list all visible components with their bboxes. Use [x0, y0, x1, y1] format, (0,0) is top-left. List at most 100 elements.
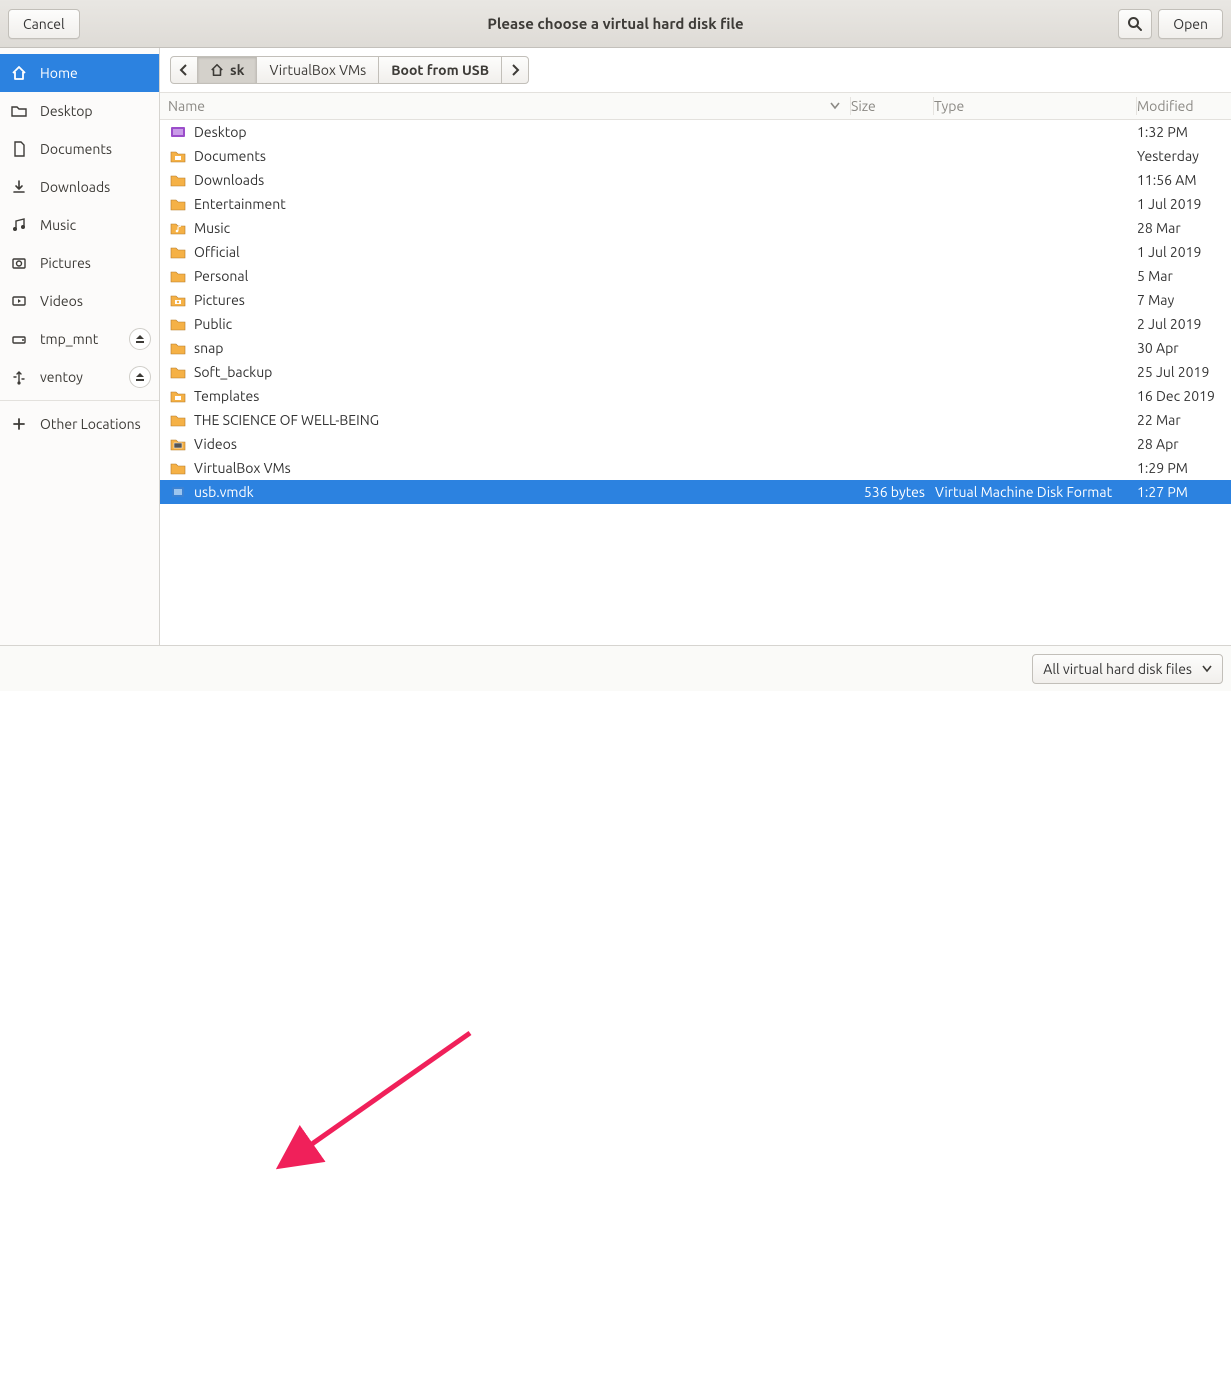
- sidebar-item-label: Desktop: [40, 103, 93, 119]
- drive-icon: [10, 330, 28, 348]
- path-segment-label: sk: [230, 62, 244, 78]
- file-name: Downloads: [194, 172, 853, 188]
- sidebar-item-other-locations[interactable]: Other Locations: [0, 405, 159, 443]
- path-bar: sk VirtualBox VMs Boot from USB: [160, 48, 1231, 92]
- file-list[interactable]: Desktop1:32 PM Documents Yesterday Download…: [160, 120, 1231, 645]
- sidebar-item-desktop[interactable]: Desktop: [0, 92, 159, 130]
- file-row[interactable]: Downloads 11:56 AM: [160, 168, 1231, 192]
- file-modified: 25 Jul 2019: [1137, 364, 1231, 380]
- folder-icon: [168, 460, 188, 476]
- plus-icon: [10, 415, 28, 433]
- download-icon: [10, 178, 28, 196]
- file-name: Public: [194, 316, 853, 332]
- document-icon: [10, 140, 28, 158]
- sidebar-item-pictures[interactable]: Pictures: [0, 244, 159, 282]
- folder-icon: [168, 244, 188, 260]
- file-size: 536 bytes: [853, 484, 935, 500]
- sort-indicator-icon: [830, 102, 850, 110]
- sidebar-item-home[interactable]: Home: [0, 54, 159, 92]
- music-icon: [10, 216, 28, 234]
- file-name: Videos: [194, 436, 853, 452]
- file-name: Official: [194, 244, 853, 260]
- file-row[interactable]: Music28 Mar: [160, 216, 1231, 240]
- file-row[interactable]: Personal5 Mar: [160, 264, 1231, 288]
- path-segment-label: Boot from USB: [391, 62, 489, 78]
- column-header-name[interactable]: Name: [160, 98, 850, 114]
- file-row[interactable]: snap30 Apr: [160, 336, 1231, 360]
- file-row[interactable]: VirtualBox VMs1:29 PM: [160, 456, 1231, 480]
- file-modified: 1:27 PM: [1137, 484, 1231, 500]
- chevron-left-icon: [179, 64, 189, 76]
- sidebar-item-downloads[interactable]: Downloads: [0, 168, 159, 206]
- chevron-down-icon: [1202, 665, 1212, 673]
- file-modified: 11:56 AM: [1137, 172, 1231, 188]
- sidebar-item-documents[interactable]: Documents: [0, 130, 159, 168]
- folder-icon: [168, 148, 188, 164]
- folder-icon: [168, 196, 188, 212]
- sidebar-item-label: Downloads: [40, 179, 110, 195]
- file-name: snap: [194, 340, 853, 356]
- file-name: Music: [194, 220, 853, 236]
- sidebar-item-label: Videos: [40, 293, 83, 309]
- file-row[interactable]: Entertainment 1 Jul 2019: [160, 192, 1231, 216]
- folder-icon: [168, 316, 188, 332]
- folder-icon: [168, 364, 188, 380]
- file-modified: 22 Mar: [1137, 412, 1231, 428]
- sidebar-divider: [0, 400, 159, 401]
- folder-icon: [168, 340, 188, 356]
- sidebar: Home Desktop Documents Downloads Music: [0, 48, 160, 645]
- column-headers: Name Size Type Modified: [160, 92, 1231, 120]
- footer: All virtual hard disk files: [0, 645, 1231, 691]
- eject-button[interactable]: [129, 328, 151, 350]
- file-modified: 1:29 PM: [1137, 460, 1231, 476]
- column-header-modified[interactable]: Modified: [1137, 98, 1231, 114]
- eject-button[interactable]: [129, 366, 151, 388]
- file-row[interactable]: Videos28 Apr: [160, 432, 1231, 456]
- column-header-type[interactable]: Type: [934, 98, 1136, 114]
- home-icon: [10, 64, 28, 82]
- sidebar-item-tmp-mnt[interactable]: tmp_mnt: [0, 320, 159, 358]
- file-type-filter[interactable]: All virtual hard disk files: [1032, 654, 1223, 684]
- folder-icon: [168, 124, 188, 140]
- sidebar-item-label: Documents: [40, 141, 112, 157]
- file-modified: Yesterday: [1137, 148, 1231, 164]
- sidebar-item-label: Other Locations: [40, 416, 141, 432]
- file-modified: 1 Jul 2019: [1137, 196, 1231, 212]
- file-row[interactable]: Desktop1:32 PM: [160, 120, 1231, 144]
- path-segment[interactable]: VirtualBox VMs: [256, 56, 379, 84]
- folder-icon: [168, 292, 188, 308]
- file-row[interactable]: Pictures7 May: [160, 288, 1231, 312]
- path-segment-home[interactable]: sk: [197, 56, 257, 84]
- sidebar-item-videos[interactable]: Videos: [0, 282, 159, 320]
- path-segment-label: VirtualBox VMs: [269, 62, 366, 78]
- column-header-size[interactable]: Size: [851, 98, 933, 114]
- file-modified: 2 Jul 2019: [1137, 316, 1231, 332]
- folder-icon: [168, 388, 188, 404]
- path-back-button[interactable]: [170, 56, 198, 84]
- file-row[interactable]: Templates16 Dec 2019: [160, 384, 1231, 408]
- file-row[interactable]: Public 2 Jul 2019: [160, 312, 1231, 336]
- file-row[interactable]: Soft_backup25 Jul 2019: [160, 360, 1231, 384]
- cancel-button[interactable]: Cancel: [8, 9, 80, 39]
- open-button[interactable]: Open: [1158, 9, 1223, 39]
- file-row[interactable]: THE SCIENCE OF WELL-BEING 22 Mar: [160, 408, 1231, 432]
- search-button[interactable]: [1118, 9, 1152, 39]
- file-modified: 1:32 PM: [1137, 124, 1231, 140]
- dialog-title: Please choose a virtual hard disk file: [0, 15, 1231, 32]
- column-label: Name: [168, 98, 205, 114]
- folder-icon: [168, 436, 188, 452]
- folder-icon: [168, 172, 188, 188]
- file-row[interactable]: Official1 Jul 2019: [160, 240, 1231, 264]
- sidebar-item-ventoy[interactable]: ventoy: [0, 358, 159, 396]
- file-name: usb.vmdk: [194, 484, 853, 500]
- file-name: Entertainment: [194, 196, 853, 212]
- sidebar-item-label: Pictures: [40, 255, 91, 271]
- sidebar-item-music[interactable]: Music: [0, 206, 159, 244]
- file-row[interactable]: usb.vmdk536 bytesVirtual Machine Disk Fo…: [160, 480, 1231, 504]
- file-name: Documents: [194, 148, 853, 164]
- path-segment[interactable]: Boot from USB: [378, 56, 502, 84]
- file-row[interactable]: Documents Yesterday: [160, 144, 1231, 168]
- file-name: Personal: [194, 268, 853, 284]
- path-forward-button[interactable]: [501, 56, 529, 84]
- file-name: THE SCIENCE OF WELL-BEING: [194, 412, 853, 428]
